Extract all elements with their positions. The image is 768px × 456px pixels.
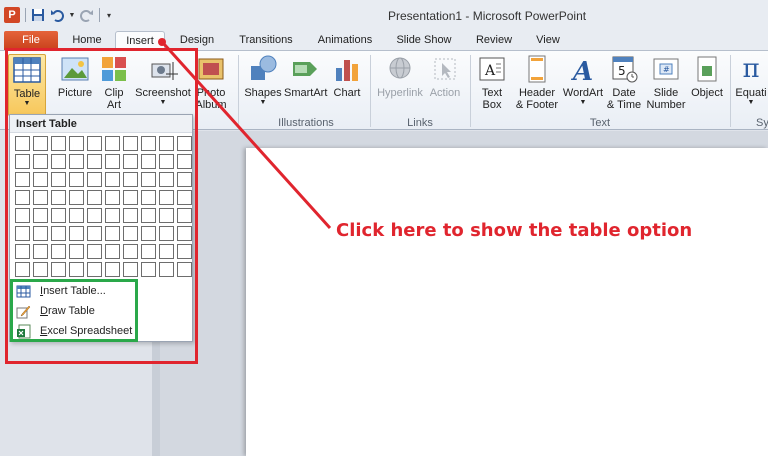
annotation-arrow-tip: [158, 38, 166, 46]
annotation-arrow-line: [162, 42, 332, 230]
annotation-text: Click here to show the table option: [336, 220, 693, 241]
